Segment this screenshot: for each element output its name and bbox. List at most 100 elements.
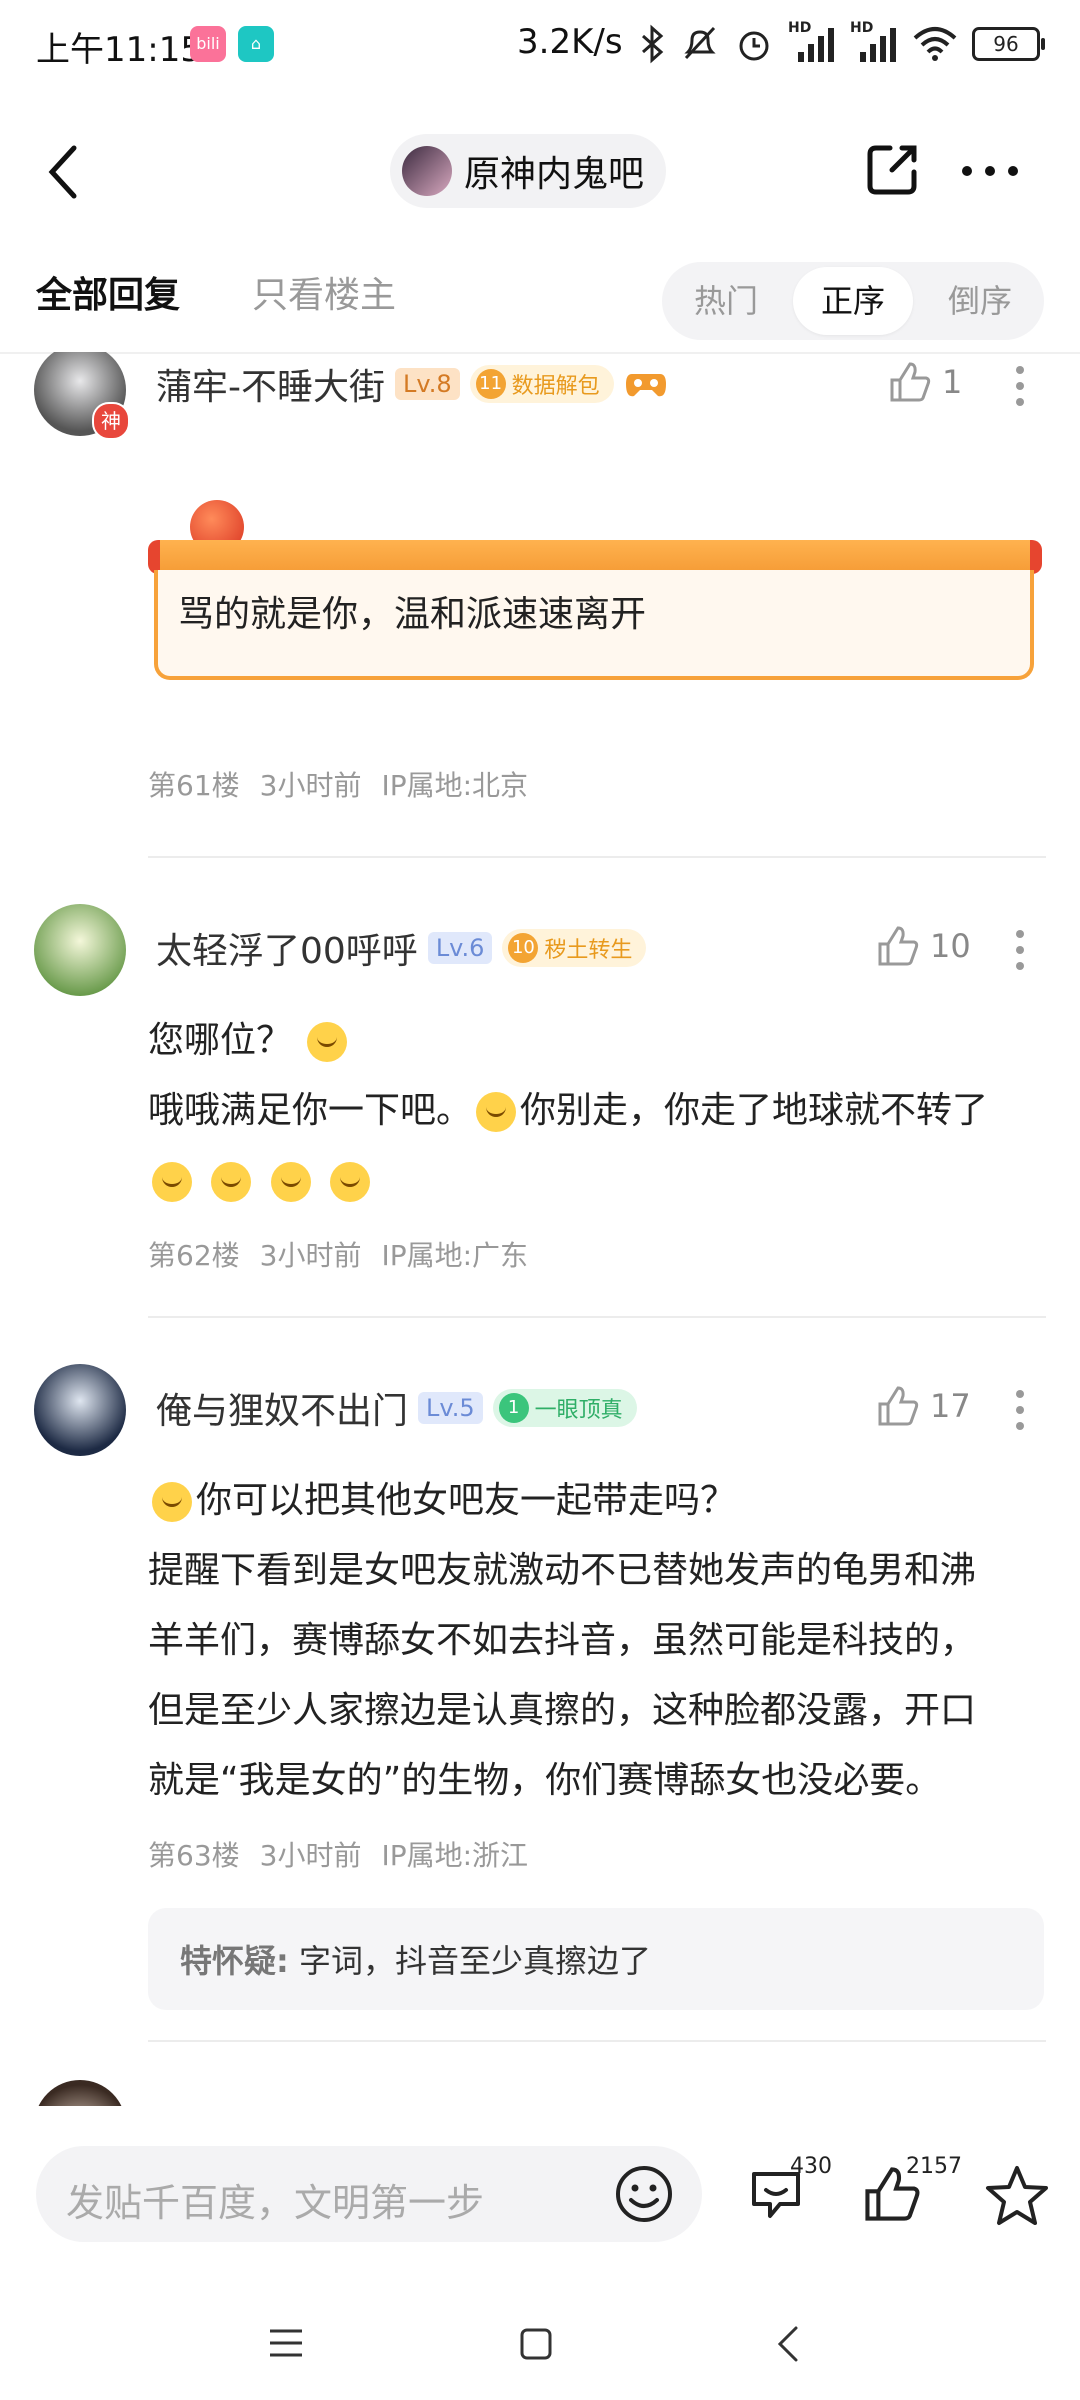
back-arrow-icon[interactable]: [44, 144, 84, 200]
forum-avatar: [402, 146, 452, 196]
badge-text: 一眼顶真: [534, 1398, 623, 1423]
post-divider: [148, 1316, 1046, 1318]
emoji-icon[interactable]: [614, 2164, 674, 2224]
badge-text: 秽土转生: [544, 938, 633, 963]
battery-indicator: 96: [972, 27, 1045, 61]
badge-number: 10: [508, 933, 539, 963]
top-nav: 原神内鬼吧: [0, 120, 1080, 220]
content-line: 你可以把其他女吧友一起带走吗？: [148, 1466, 1048, 1536]
post-divider: [148, 856, 1046, 858]
avatar[interactable]: [34, 904, 126, 996]
post-time: 3小时前: [259, 769, 362, 802]
badge-number: 1: [498, 1393, 529, 1423]
thumb-up-icon: [878, 926, 919, 966]
gamepad-icon: [625, 374, 666, 397]
like-count: 2157: [906, 2154, 962, 2179]
sort-ascending[interactable]: 正序: [793, 267, 913, 335]
thumb-up-icon: [878, 1386, 919, 1426]
sub-reply-text: 字词，抖音至少真擦边了: [298, 1942, 651, 1980]
content-line: 但是至少人家擦边是认真擦的，这种脸都没露，开口: [148, 1690, 977, 1731]
post-divider: [148, 2040, 1046, 2042]
sort-descending[interactable]: 倒序: [920, 262, 1040, 340]
level-badge: Lv.6: [427, 932, 493, 964]
forum-pill[interactable]: 原神内鬼吧: [390, 134, 667, 208]
post-menu-icon[interactable]: [1014, 928, 1026, 972]
nav-back-icon[interactable]: [776, 2324, 800, 2364]
comment-button[interactable]: 430: [746, 2154, 836, 2234]
star-favorite-icon[interactable]: [984, 2164, 1050, 2228]
like-count: 17: [930, 1387, 971, 1425]
user-line: 俺与狸奴不出门 Lv.5 1 一眼顶真: [156, 1382, 637, 1434]
username[interactable]: 俺与狸奴不出门: [156, 1382, 408, 1434]
status-icons: HD HD 96: [640, 20, 1045, 66]
sub-reply: 特怀疑: 字词，抖音至少真擦边了: [180, 1936, 651, 1982]
reply-input[interactable]: 发贴千百度，文明第一步: [36, 2146, 702, 2242]
scroll-top-bar: [148, 540, 1042, 574]
post-content: 骂的就是你，温和派速速离开: [178, 594, 647, 635]
content-line: 您哪位？: [148, 1006, 1048, 1076]
like-button[interactable]: 17: [876, 1384, 971, 1428]
post-61: 神 蒲牢-不睡大街 Lv.8 11 数据解包 1 骂的就是你，温和派速速离开 第…: [0, 352, 1080, 852]
status-bar: 上午11:15 bili ⌂ 3.2K/s HD HD 96: [0, 0, 1080, 96]
content-line: 就是“我是女的”的生物，你们赛博舔女也没必要。: [148, 1760, 942, 1801]
laughing-emoji-icon: [330, 1162, 371, 1202]
sort-hot[interactable]: 热门: [666, 262, 786, 340]
post-menu-icon[interactable]: [1014, 1388, 1026, 1432]
badge-number: 11: [475, 369, 506, 399]
forum-name: 原神内鬼吧: [464, 154, 645, 195]
crying-emoji-icon: [152, 1162, 192, 1202]
home-icon[interactable]: [518, 2326, 554, 2362]
honor-badge: 10 秽土转生: [502, 929, 647, 967]
status-time: 上午11:15: [36, 30, 202, 70]
post-time: 3小时前: [259, 1839, 362, 1872]
alarm-icon: [739, 31, 769, 61]
reply-placeholder: 发贴千百度，文明第一步: [66, 2181, 485, 2225]
like-button[interactable]: 1: [888, 360, 962, 404]
post-meta: 第61楼 3小时前 IP属地:北京: [148, 764, 528, 804]
like-count: 10: [930, 927, 971, 965]
honor-badge: 1 一眼顶真: [492, 1389, 637, 1427]
crying-emoji-icon: [476, 1092, 517, 1132]
tab-bar: 全部回复 只看楼主 热门 正序 倒序: [0, 256, 1080, 356]
user-line: 蒲牢-不睡大街 Lv.8 11 数据解包: [156, 358, 668, 410]
thumb-up-icon: [890, 362, 931, 402]
laughing-emoji-icon: [211, 1162, 252, 1202]
emoji-row: [148, 1146, 1048, 1216]
level-badge: Lv.5: [418, 1392, 483, 1424]
post-content: 您哪位？ 哦哦满足你一下吧。 你别走，你走了地球就不转了: [148, 1006, 1048, 1216]
username[interactable]: 蒲牢-不睡大街: [156, 358, 385, 410]
ip-location: IP属地:广东: [381, 1239, 529, 1272]
signal-icon-1: HD: [788, 20, 836, 64]
content-line: 哦哦满足你一下吧。 你别走，你走了地球就不转了: [148, 1090, 989, 1132]
like-button[interactable]: 10: [876, 924, 971, 968]
more-options-icon[interactable]: [960, 164, 1020, 178]
post-content: 你可以把其他女吧友一起带走吗？ 提醒下看到是女吧友就激动不已替她发声的龟男和沸 …: [148, 1466, 1048, 1816]
tab-only-host[interactable]: 只看楼主: [252, 266, 396, 318]
scroll-body: 骂的就是你，温和派速速离开: [154, 570, 1034, 680]
floor-number: 第63楼: [148, 1839, 240, 1872]
network-speed: 3.2K/s: [517, 22, 623, 62]
bilibili-app-icon: bili: [190, 26, 226, 62]
avatar[interactable]: [34, 1364, 126, 1456]
user-line: 太轻浮了00呼呼 Lv.6 10 秽土转生: [156, 922, 647, 974]
floor-number: 第62楼: [148, 1239, 240, 1272]
post-meta: 第62楼 3小时前 IP属地:广东: [148, 1234, 528, 1274]
share-edit-icon[interactable]: [862, 140, 922, 200]
tab-all-replies[interactable]: 全部回复: [36, 266, 180, 318]
username[interactable]: 太轻浮了00呼呼: [156, 922, 418, 974]
level-badge: Lv.8: [395, 368, 460, 400]
decorated-content-frame: 骂的就是你，温和派速速离开: [148, 500, 1042, 680]
comment-count: 430: [790, 2154, 832, 2179]
wifi-icon: [913, 27, 957, 61]
badge-text: 数据解包: [511, 374, 600, 399]
post-menu-icon[interactable]: [1014, 364, 1026, 408]
thinking-emoji-icon: [307, 1022, 348, 1062]
sub-reply-user[interactable]: 特怀疑:: [180, 1942, 289, 1980]
ip-location: IP属地:北京: [381, 769, 529, 802]
post-time: 3小时前: [259, 1239, 362, 1272]
menu-icon[interactable]: [266, 2326, 306, 2360]
post-like-button[interactable]: 2157: [862, 2154, 962, 2234]
system-nav-bar: [0, 2286, 1080, 2400]
content-line: 提醒下看到是女吧友就激动不已替她发声的龟男和沸: [148, 1550, 977, 1591]
sub-reply-box[interactable]: 特怀疑: 字词，抖音至少真擦边了: [148, 1908, 1044, 2010]
